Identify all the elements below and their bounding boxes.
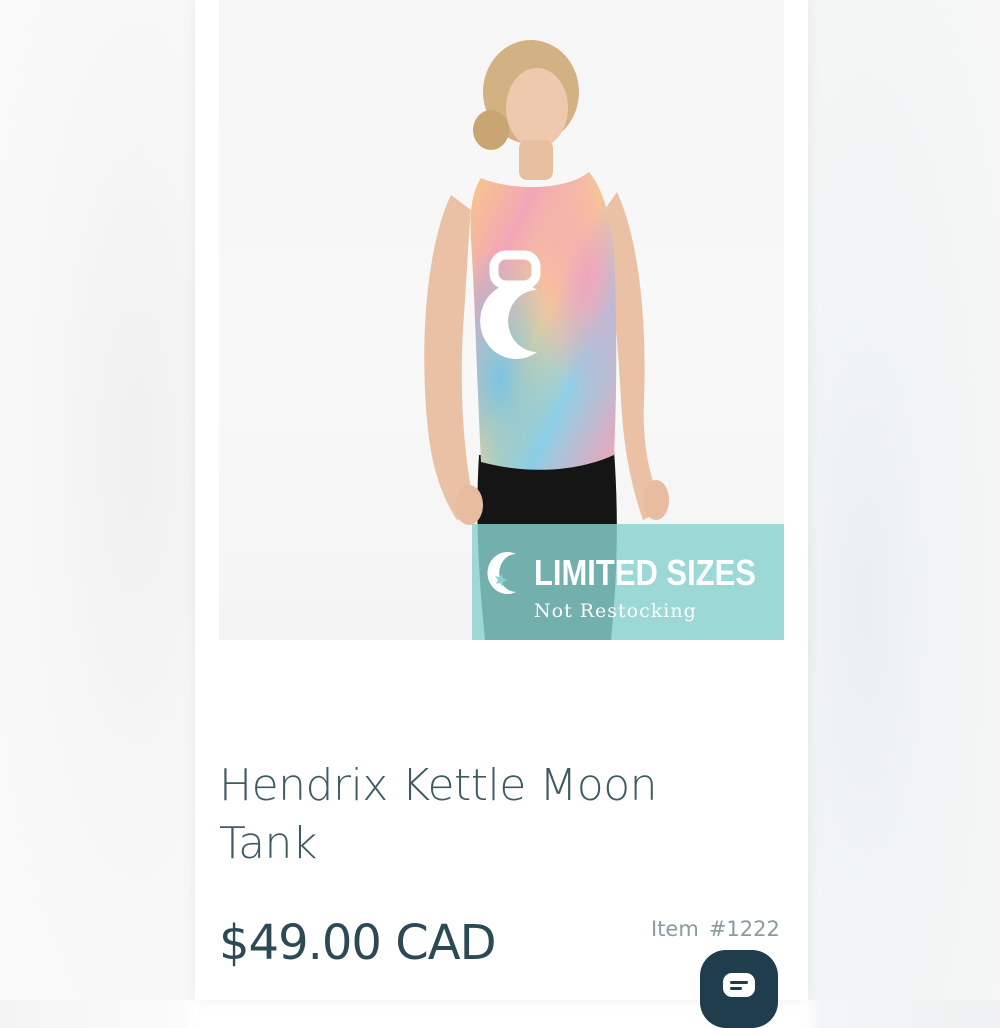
product-page: LIMITED SIZES Not Restocking Hendrix Ket… — [195, 0, 808, 1028]
background-blur-right — [808, 0, 1000, 1000]
promo-subtitle: Not Restocking — [534, 600, 697, 622]
promo-title: LIMITED SIZES — [534, 552, 756, 593]
item-number-value: #1222 — [708, 917, 780, 941]
product-title: Hendrix Kettle Moon Tank — [219, 760, 658, 869]
background-blur-left — [0, 0, 195, 1000]
moon-icon — [487, 552, 516, 594]
item-number: Item #1222 — [651, 917, 780, 941]
item-label: Item — [651, 917, 699, 941]
chat-button[interactable] — [700, 950, 778, 1028]
product-image[interactable]: LIMITED SIZES Not Restocking — [219, 0, 784, 640]
limited-sizes-badge: LIMITED SIZES Not Restocking — [472, 524, 784, 640]
product-price: $49.00 CAD — [219, 915, 497, 971]
chat-icon — [723, 973, 755, 997]
